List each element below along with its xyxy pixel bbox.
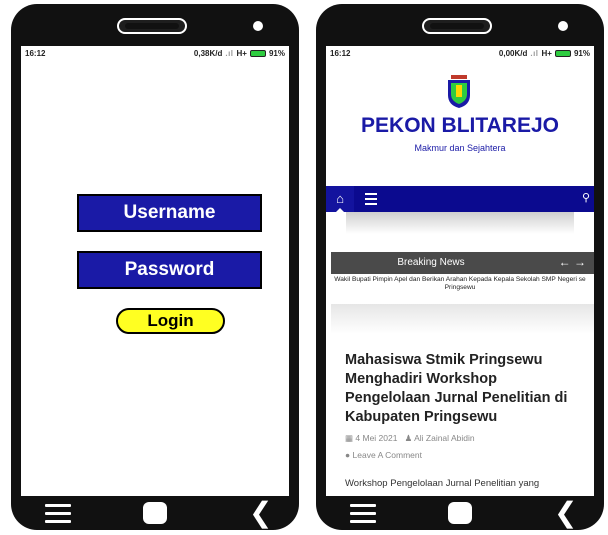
- status-network: H+: [541, 49, 552, 58]
- battery-icon: [249, 50, 266, 57]
- status-bar: 16:12 0,38K/d .ıl H+ 91%: [21, 46, 289, 60]
- status-right: 0,38K/d .ıl H+ 91%: [194, 49, 285, 58]
- login-button[interactable]: Login: [116, 308, 225, 334]
- camera: [558, 21, 568, 31]
- battery-icon: [554, 50, 571, 57]
- password-field[interactable]: Password: [77, 251, 262, 289]
- article-comment: ● Leave A Comment: [345, 450, 422, 460]
- signal-icon: .ıl: [530, 49, 539, 58]
- speaker: [422, 18, 492, 34]
- article-author[interactable]: Ali Zainal Abidin: [414, 433, 474, 443]
- site-title[interactable]: PEKON BLITAREJO: [326, 114, 594, 138]
- status-speed: 0,00K/d: [498, 49, 528, 58]
- article-date: 4 Mei 2021: [355, 433, 398, 443]
- breaking-news-bar: Breaking News ← →: [331, 252, 594, 274]
- home-icon[interactable]: [143, 502, 167, 524]
- menu-shadow: [346, 212, 574, 234]
- comment-icon: ●: [345, 450, 351, 460]
- hamburger-menu-icon[interactable]: [365, 193, 377, 208]
- back-icon[interactable]: ❮: [249, 499, 272, 527]
- active-caret: [336, 208, 344, 212]
- website-screen: 16:12 0,00K/d .ıl H+ 91% PEKON BLITAREJO…: [326, 46, 594, 496]
- status-time: 16:12: [25, 49, 46, 58]
- breaking-headline[interactable]: Wakil Bupati Pimpin Apel dan Berikan Ara…: [326, 276, 594, 292]
- menu-icon[interactable]: [350, 504, 376, 524]
- status-time: 16:12: [330, 49, 351, 58]
- login-screen: 16:12 0,38K/d .ıl H+ 91% Username Passwo…: [21, 46, 289, 496]
- status-network: H+: [236, 49, 247, 58]
- calendar-icon: ▦: [345, 433, 354, 443]
- section-divider: [331, 304, 594, 334]
- article-title[interactable]: Mahasiswa Stmik Pringsewu Menghadiri Wor…: [345, 351, 585, 427]
- status-battery: 91%: [268, 49, 285, 58]
- status-right: 0,00K/d .ıl H+ 91%: [499, 49, 590, 58]
- right-phone: 16:12 0,00K/d .ıl H+ 91% PEKON BLITAREJO…: [316, 4, 604, 530]
- site-tagline: Makmur dan Sejahtera: [414, 143, 506, 153]
- left-phone: 16:12 0,38K/d .ıl H+ 91% Username Passwo…: [11, 4, 299, 530]
- breaking-arrows[interactable]: ← →: [559, 255, 586, 269]
- search-icon[interactable]: ⚲: [582, 191, 590, 204]
- back-icon[interactable]: ❮: [554, 499, 577, 527]
- home-icon[interactable]: [448, 502, 472, 524]
- nav-bar: ❮: [11, 496, 299, 530]
- nav-bar: ❮: [316, 496, 604, 530]
- breaking-news-label: Breaking News: [397, 257, 465, 268]
- article-meta: ▦ 4 Mei 2021 ♟ Ali Zainal Abidin: [345, 433, 475, 444]
- user-icon: ♟: [404, 433, 413, 443]
- camera: [253, 21, 263, 31]
- username-field[interactable]: Username: [77, 194, 262, 232]
- menu-bar: ⌂ ⚲: [326, 186, 594, 212]
- status-battery: 91%: [573, 49, 590, 58]
- leave-comment-link[interactable]: Leave A Comment: [353, 450, 422, 460]
- article-excerpt: Workshop Pengelolaan Jurnal Penelitian y…: [345, 478, 540, 489]
- status-speed: 0,38K/d: [193, 49, 223, 58]
- status-bar: 16:12 0,00K/d .ıl H+ 91%: [326, 46, 594, 60]
- logo-emblem: [448, 75, 470, 108]
- speaker: [117, 18, 187, 34]
- signal-icon: .ıl: [225, 49, 234, 58]
- menu-icon[interactable]: [45, 504, 71, 524]
